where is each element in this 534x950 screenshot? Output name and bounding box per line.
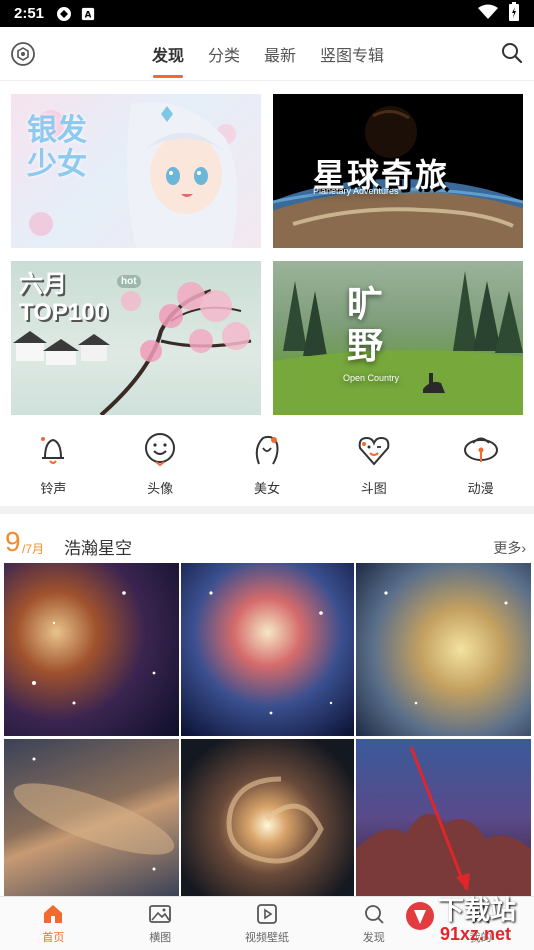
video-icon (257, 904, 277, 924)
wallpaper-thumbnail[interactable] (356, 563, 531, 736)
nav-label: 横图 (149, 932, 172, 944)
category-label: 铃声 (40, 481, 67, 496)
section-divider (0, 506, 534, 514)
wallpaper-thumbnail[interactable] (4, 563, 179, 736)
section-day: 9 (5, 526, 21, 557)
category-ringtones[interactable]: 铃声 (13, 430, 93, 506)
category-label: 美女 (253, 481, 280, 496)
top-navigation: 发现 分类 最新 竖图专辑 (0, 27, 534, 81)
status-time: 2:51 (14, 5, 45, 22)
more-link[interactable]: 更多› (493, 538, 526, 558)
bell-icon (41, 437, 65, 464)
smile-icon (145, 433, 176, 467)
nebula-image (356, 746, 531, 896)
tab-vertical-albums[interactable]: 竖图专辑 (320, 36, 384, 72)
nav-landscape[interactable]: 横图 (107, 897, 214, 950)
wallpaper-thumbnail[interactable] (4, 739, 179, 896)
status-bar: 2:51 A (0, 0, 534, 27)
nebula-image (384, 591, 508, 705)
hexagon-menu-icon[interactable] (10, 41, 36, 67)
banner-subtitle: Open Country (343, 373, 400, 383)
banner-planetary-adventures[interactable]: 星球奇旅 Planetary Adventures (273, 94, 523, 248)
wallpaper-thumbnail[interactable] (181, 739, 354, 896)
svg-text:A: A (85, 10, 92, 20)
nebula-image (209, 591, 333, 715)
category-avatars[interactable]: 头像 (120, 430, 200, 506)
banner-title: 银发少女 (27, 114, 87, 181)
anime-icon (463, 437, 498, 462)
app-notification-icon: A (80, 6, 96, 22)
category-anime[interactable]: 动漫 (441, 430, 521, 506)
galaxy-image (13, 757, 175, 871)
battery-icon (508, 1, 520, 26)
galaxy-image (226, 776, 324, 864)
tab-categories[interactable]: 分类 (208, 36, 240, 72)
category-label: 斗图 (360, 481, 387, 496)
tab-latest[interactable]: 最新 (264, 36, 296, 72)
banner-subtitle: Planetary Adventures (313, 186, 399, 196)
nav-label: 视频壁纸 (244, 932, 289, 944)
site-watermark: 下载站 91xz.net (406, 888, 534, 950)
banner-open-country[interactable]: 旷野 Open Country (273, 261, 523, 415)
tab-discover[interactable]: 发现 (152, 36, 184, 72)
search-icon[interactable] (500, 41, 524, 65)
home-icon (44, 905, 63, 923)
wallpaper-thumbnail[interactable] (181, 563, 354, 736)
nav-home[interactable]: 首页 (0, 897, 107, 950)
nav-label: 首页 (42, 932, 65, 944)
watermark-site: 91xz.net (440, 924, 512, 944)
category-beauty[interactable]: 美女 (227, 430, 307, 506)
image-icon (149, 905, 172, 923)
banner-silver-hair-girl[interactable]: 银发少女 (11, 94, 261, 248)
section-month: /7月 (22, 542, 45, 556)
girl-icon (255, 435, 279, 465)
category-meme[interactable]: 斗图 (334, 430, 414, 506)
banner-title: 旷野 (347, 283, 384, 366)
section-title: 浩瀚星空 (64, 539, 132, 558)
category-row: 铃声 头像 美女 斗图 动漫 (0, 430, 534, 506)
category-label: 头像 (147, 481, 174, 496)
watermark-text: 下载站 (438, 895, 517, 925)
wallpaper-thumbnail[interactable] (356, 739, 531, 896)
banner-june-top100[interactable]: 六月TOP100 hot (11, 261, 261, 415)
discover-icon (364, 905, 384, 924)
nav-label: 发现 (362, 932, 385, 944)
heart-face-icon (358, 436, 390, 466)
category-label: 动漫 (467, 481, 494, 496)
section-header: 9 /7月 浩瀚星空 更多› (0, 522, 534, 562)
sync-icon (56, 6, 72, 22)
wifi-icon (478, 4, 498, 24)
banner-badge: hot (117, 275, 141, 288)
nav-video-wallpaper[interactable]: 视频壁纸 (214, 897, 321, 950)
nebula-image (32, 591, 156, 705)
